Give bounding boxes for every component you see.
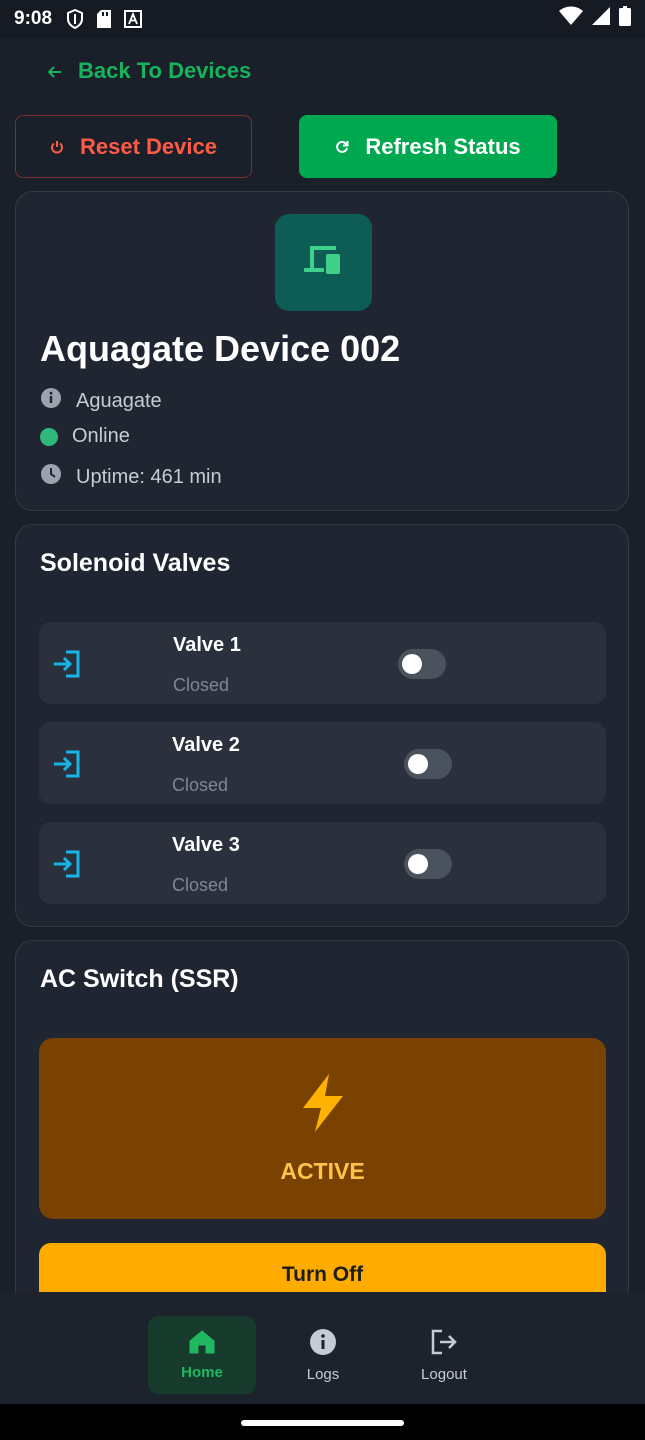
device-type: Aguagate bbox=[76, 389, 162, 412]
device-status-row: Online bbox=[40, 425, 130, 448]
valve-2-toggle[interactable] bbox=[404, 749, 452, 779]
signal-icon bbox=[591, 6, 611, 32]
info-icon bbox=[309, 1328, 337, 1360]
valve-row: Valve 3 Closed bbox=[39, 822, 606, 904]
device-info-card: Aquagate Device 002 Aguagate Online Upti… bbox=[15, 191, 629, 511]
valve-name: Valve 2 bbox=[172, 734, 240, 756]
wifi-icon bbox=[559, 6, 583, 32]
nav-home[interactable]: Home bbox=[148, 1316, 256, 1394]
arrow-left-icon bbox=[47, 58, 62, 84]
device-type-row: Aguagate bbox=[40, 387, 162, 415]
device-uptime: Uptime: 461 min bbox=[76, 465, 222, 488]
status-bar: 9:08 bbox=[0, 0, 645, 38]
online-status-dot bbox=[40, 427, 58, 446]
nav-logout-label: Logout bbox=[421, 1365, 467, 1383]
power-icon bbox=[50, 134, 64, 160]
valves-section-title: Solenoid Valves bbox=[40, 549, 231, 577]
back-label: Back To Devices bbox=[78, 58, 252, 83]
back-to-devices-link[interactable]: Back To Devices bbox=[47, 54, 252, 88]
nav-logout[interactable]: Logout bbox=[390, 1316, 498, 1394]
toggle-knob bbox=[402, 654, 422, 674]
login-arrow-icon bbox=[52, 650, 82, 683]
status-time: 9:08 bbox=[14, 8, 53, 29]
toggle-knob bbox=[408, 854, 428, 874]
info-icon bbox=[40, 387, 62, 415]
lightning-bolt-icon bbox=[297, 1072, 347, 1139]
valve-row: Valve 1 Closed bbox=[39, 622, 606, 704]
ac-status-panel: ACTIVE bbox=[39, 1038, 606, 1219]
solenoid-valves-card: Solenoid Valves Valve 1 Closed Valve 2 C… bbox=[15, 524, 629, 927]
sd-card-icon bbox=[96, 9, 112, 29]
nav-home-label: Home bbox=[181, 1363, 223, 1381]
refresh-icon bbox=[335, 134, 349, 160]
device-icon-box bbox=[275, 214, 372, 311]
device-status: Online bbox=[72, 425, 130, 447]
valve-state: Closed bbox=[172, 875, 229, 895]
valve-state: Closed bbox=[173, 675, 230, 695]
battery-icon bbox=[619, 6, 631, 32]
ac-switch-card: AC Switch (SSR) ACTIVE Turn Off bbox=[15, 940, 629, 1320]
ac-section-title: AC Switch (SSR) bbox=[40, 965, 239, 993]
nav-logs[interactable]: Logs bbox=[269, 1316, 377, 1394]
reset-label: Reset Device bbox=[80, 133, 217, 159]
home-gesture-bar[interactable] bbox=[241, 1420, 404, 1426]
ac-status-text: ACTIVE bbox=[280, 1158, 365, 1184]
valve-row: Valve 2 Closed bbox=[39, 722, 606, 804]
valve-name: Valve 1 bbox=[173, 634, 241, 656]
login-arrow-icon bbox=[52, 850, 82, 883]
device-uptime-row: Uptime: 461 min bbox=[40, 463, 222, 491]
logout-icon bbox=[430, 1328, 458, 1360]
valve-1-toggle[interactable] bbox=[398, 649, 446, 679]
font-a-icon bbox=[124, 10, 143, 28]
nav-logs-label: Logs bbox=[306, 1365, 340, 1383]
refresh-label: Refresh Status bbox=[365, 133, 521, 159]
clock-icon bbox=[40, 463, 62, 491]
login-arrow-icon bbox=[52, 750, 82, 783]
reset-device-button[interactable]: Reset Device bbox=[15, 115, 252, 178]
valve-state: Closed bbox=[172, 775, 229, 795]
valve-3-toggle[interactable] bbox=[404, 849, 452, 879]
gesture-area bbox=[0, 1404, 645, 1440]
device-name: Aquagate Device 002 bbox=[40, 328, 401, 369]
toggle-knob bbox=[408, 754, 428, 774]
devices-icon bbox=[303, 242, 344, 283]
home-icon bbox=[189, 1330, 215, 1358]
valve-name: Valve 3 bbox=[172, 834, 240, 856]
status-right-icons bbox=[559, 6, 631, 32]
shield-icon bbox=[66, 9, 84, 29]
refresh-status-button[interactable]: Refresh Status bbox=[299, 115, 557, 178]
bottom-navigation: Home Logs Logout bbox=[0, 1292, 645, 1404]
